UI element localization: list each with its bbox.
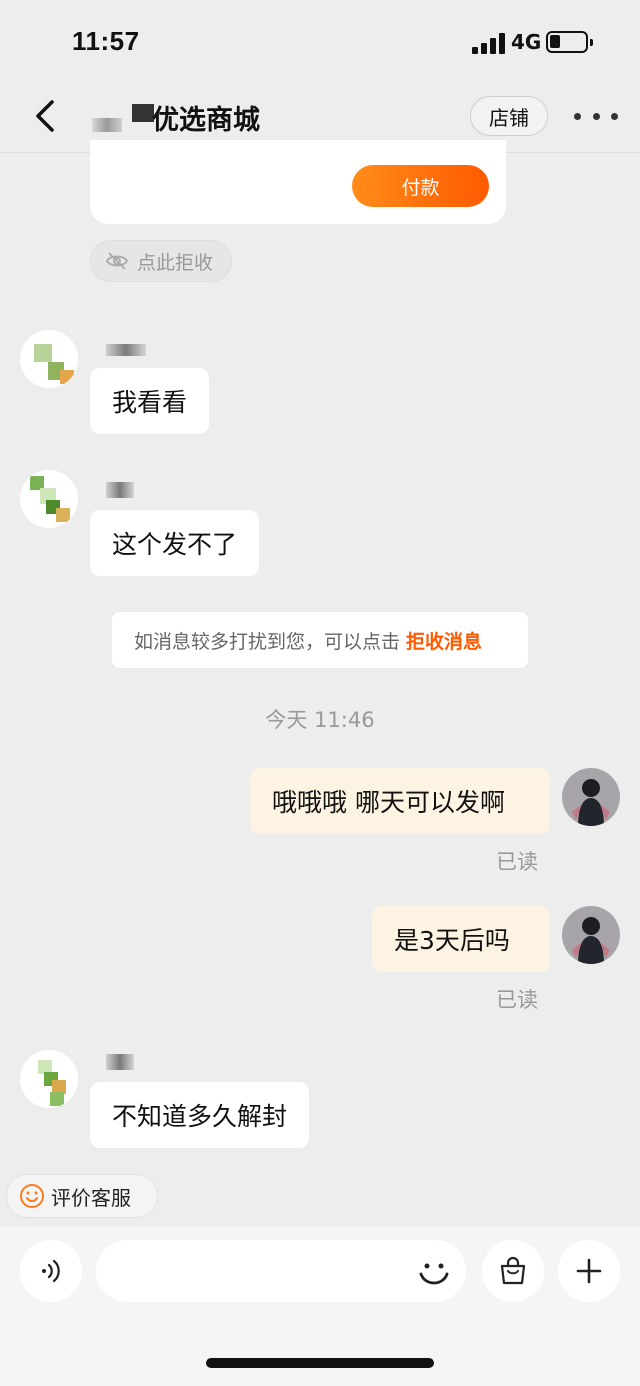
- notice-text: 如消息较多打扰到您，可以点击: [134, 630, 401, 653]
- shop-avatar[interactable]: [20, 1050, 78, 1108]
- store-button[interactable]: 店铺: [470, 96, 548, 136]
- shopping-bag-icon: [500, 1256, 526, 1285]
- signal-icon: [472, 32, 508, 54]
- shop-avatar[interactable]: [20, 330, 78, 388]
- reject-label: 点此拒收: [137, 251, 214, 274]
- back-icon: [36, 100, 54, 132]
- home-indicator: [206, 1358, 434, 1368]
- title-blurred: [132, 104, 154, 122]
- emoji-button[interactable]: [414, 1252, 454, 1292]
- message-bubble[interactable]: 这个发不了: [90, 510, 260, 576]
- network-label: 4G: [511, 30, 542, 54]
- user-avatar[interactable]: [562, 768, 620, 826]
- message-input[interactable]: [96, 1240, 466, 1302]
- smiley-icon: [20, 1184, 44, 1208]
- shop-avatar-blurred: [92, 118, 122, 132]
- reject-button[interactable]: 点此拒收: [90, 240, 232, 282]
- more-icon: [574, 112, 581, 120]
- page-title: 优选商城: [152, 105, 260, 136]
- sender-name-blurred: [106, 482, 134, 498]
- voice-icon: [42, 1259, 60, 1283]
- my-message-bubble[interactable]: 是3天后吗: [372, 906, 550, 972]
- rate-service-button[interactable]: 评价客服: [6, 1174, 158, 1218]
- user-avatar[interactable]: [562, 906, 620, 964]
- shop-avatar[interactable]: [20, 470, 78, 528]
- reject-messages-link[interactable]: 拒收消息: [406, 627, 482, 654]
- back-button[interactable]: [28, 96, 68, 136]
- more-actions-button[interactable]: [558, 1240, 620, 1302]
- timestamp: 今天 11:46: [265, 708, 375, 732]
- my-message-bubble[interactable]: 哦哦哦 哪天可以发啊: [250, 768, 550, 834]
- eye-off-icon: [105, 252, 129, 270]
- battery-icon: [546, 31, 593, 53]
- voice-button[interactable]: [20, 1240, 82, 1302]
- sender-name-blurred: [106, 1054, 134, 1070]
- message-bubble[interactable]: 我看看: [90, 368, 210, 434]
- read-receipt: 已读: [496, 850, 538, 874]
- pay-button[interactable]: 付款: [352, 165, 489, 207]
- reject-notice: 如消息较多打扰到您，可以点击 拒收消息: [112, 612, 528, 668]
- rate-service-label: 评价客服: [51, 1185, 131, 1210]
- more-button[interactable]: [574, 104, 618, 128]
- read-receipt: 已读: [496, 988, 538, 1012]
- emoji-icon: [419, 1263, 449, 1285]
- message-bubble[interactable]: 不知道多久解封: [90, 1082, 310, 1148]
- plus-icon: [576, 1258, 602, 1284]
- sender-name-blurred: [106, 344, 146, 356]
- status-time: 11:57: [72, 26, 140, 56]
- product-button[interactable]: [482, 1240, 544, 1302]
